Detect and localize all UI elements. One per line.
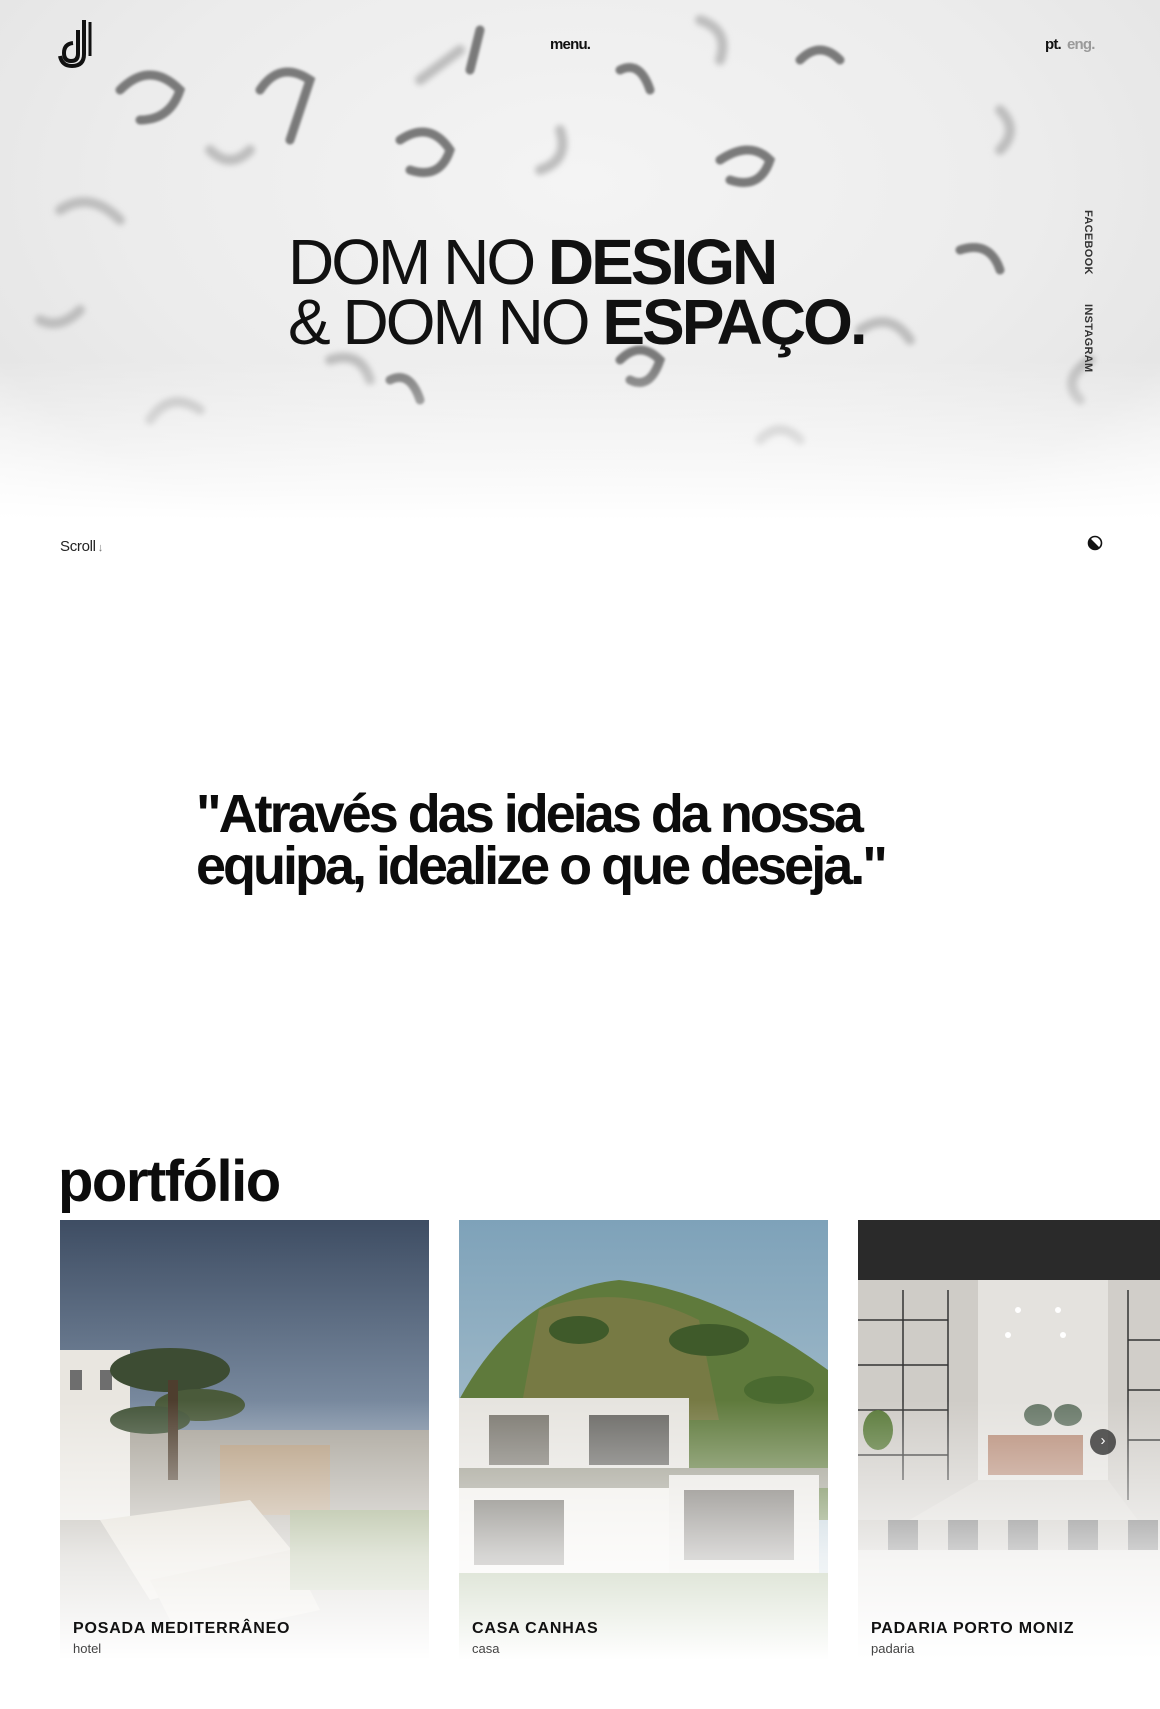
facebook-link[interactable]: FACEBOOK	[1082, 210, 1094, 275]
arrow-down-icon: ↓	[97, 542, 104, 554]
hero-headline: DOM NO DESIGN & DOM NO ESPAÇO.	[288, 230, 868, 354]
chevron-right-icon: ›	[1100, 1432, 1106, 1449]
portfolio-card-posada[interactable]: POSADA MEDITERRÂNEO hotel	[60, 1220, 429, 1660]
hero-line2-bold: ESPAÇO.	[602, 286, 867, 358]
dj-logo-icon[interactable]	[58, 18, 98, 70]
card-title: CASA CANHAS	[472, 1620, 599, 1637]
card-title: PADARIA PORTO MONIZ	[871, 1620, 1075, 1637]
portfolio-card-casa-canhas[interactable]: CASA CANHAS casa	[459, 1220, 828, 1660]
scroll-label: Scroll	[60, 538, 96, 555]
contrast-toggle-icon[interactable]	[1087, 535, 1103, 551]
mission-quote: "Através das ideias da nossa equipa, ide…	[196, 784, 888, 896]
menu-button[interactable]: menu.	[550, 36, 591, 53]
card-type: hotel	[73, 1641, 102, 1656]
instagram-link[interactable]: INSTAGRAM	[1082, 304, 1094, 373]
language-switcher: pt. eng.	[1045, 36, 1095, 53]
card-title: POSADA MEDITERRÂNEO	[73, 1620, 291, 1637]
hero-fade	[0, 360, 1160, 520]
card-type: padaria	[871, 1641, 915, 1656]
lang-pt-link[interactable]: pt.	[1045, 36, 1062, 53]
card-type: casa	[472, 1641, 500, 1656]
lang-eng-link[interactable]: eng.	[1067, 36, 1095, 53]
carousel-next-button[interactable]: ›	[1090, 1429, 1116, 1455]
scroll-indicator[interactable]: Scroll ↓	[60, 538, 103, 555]
hero-line2-light: & DOM NO	[288, 286, 603, 358]
portfolio-title: portfólio	[58, 1149, 281, 1214]
